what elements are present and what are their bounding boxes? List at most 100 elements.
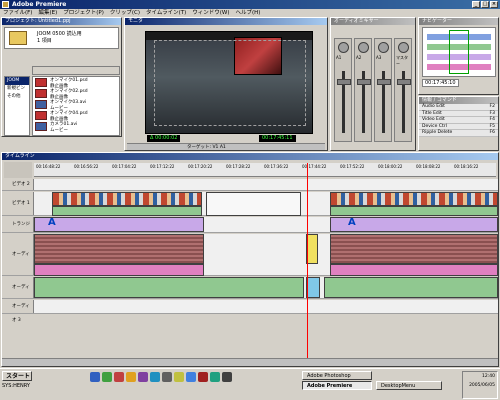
program-monitor-screen[interactable] [145,31,313,134]
pan-knob[interactable] [338,42,349,53]
track-audio-1: オーディオ 1 [2,234,498,299]
time-ruler[interactable]: 00:16:48:22 00:16:56:22 00:17:04:22 00:1… [34,163,496,177]
navigator-timecode[interactable]: 00:17:45:10 [422,79,459,87]
menu-project[interactable]: プロジェクト(P) [63,9,104,17]
video-clip[interactable] [52,192,202,206]
clip-item[interactable]: オンマイク04.psd 静止画像 [33,110,119,122]
bin-item[interactable]: その他 [5,93,29,101]
timeline-toolbox[interactable] [4,162,32,178]
quicklaunch-icon[interactable] [186,372,196,382]
clip-item[interactable]: オンマイク02.psd 静止画像 [33,88,119,100]
volume-fader[interactable] [337,79,351,85]
task-photoshop[interactable]: Adobe Photoshop [302,371,372,380]
channel-label: A3 [376,55,382,60]
menu-help[interactable]: ヘルプ(H) [236,9,261,17]
bin-item[interactable]: 新規ビン [5,85,29,93]
menu-clip[interactable]: クリップ(C) [110,9,140,17]
video-clip[interactable] [330,192,498,206]
bin-list: JOOM 0500 新規ビン その他 [4,76,30,136]
navigator-title[interactable]: ナビゲーター [419,18,498,25]
track-header[interactable]: トランジション [2,217,34,243]
track-header[interactable]: ビデオ 2 [2,179,34,190]
volume-fader[interactable] [377,79,391,85]
volume-fader[interactable] [397,79,411,85]
track-body[interactable] [34,234,498,276]
track-body[interactable] [34,277,498,298]
audio-clip[interactable] [324,277,498,298]
timeline-scrollbar[interactable] [2,358,498,366]
audio-clip[interactable] [306,277,320,298]
quicklaunch-icon[interactable] [210,372,220,382]
quicklaunch-icon[interactable] [198,372,208,382]
commands-title[interactable]: 情報 / コマンド [419,97,498,104]
audio-clip-lower[interactable] [34,264,204,276]
task-premiere[interactable]: Adobe Premiere [302,381,372,390]
track-body[interactable] [34,300,498,313]
quicklaunch-icon[interactable] [138,372,148,382]
audio-clip[interactable] [34,277,304,298]
audio-clip[interactable] [330,234,498,264]
navigator-panel: ナビゲーター 00:17:45:10 [418,17,499,95]
video-clip[interactable] [206,192,301,216]
clip-item[interactable]: オンマイク01.psd 静止画像 [33,77,119,89]
track-body[interactable] [34,192,498,216]
track-video-1: ビデオ 1 [2,192,498,216]
user-label: SYS:HENRY [2,383,30,389]
clip-item[interactable]: カメラ01.avi ムービー [33,121,119,133]
minimize-button[interactable]: _ [472,1,480,8]
track-body[interactable] [34,179,498,190]
quicklaunch-icon[interactable] [114,372,124,382]
playhead[interactable] [307,163,308,363]
ruler-tick: 00:17:36:22 [264,164,289,169]
menu-window[interactable]: ウィンドウ(W) [192,9,229,17]
quicklaunch-icon[interactable] [174,372,184,382]
ruler-tick: 00:17:44:22 [302,164,327,169]
quicklaunch-icon[interactable] [90,372,100,382]
start-button[interactable]: スタート [2,371,32,381]
target-label: ターゲット: V1 A1 [187,145,226,150]
close-button[interactable]: × [490,1,498,8]
task-desktopmenu[interactable]: DesktopMenu [376,381,442,390]
audio-mixer-title[interactable]: オーディオミキサー [331,18,415,25]
maximize-button[interactable]: □ [481,1,489,8]
pan-knob[interactable] [378,42,389,53]
ruler-tick: 00:17:28:22 [226,164,251,169]
menu-edit[interactable]: 編集(E) [38,9,57,17]
pan-knob[interactable] [398,42,409,53]
nav-view-box[interactable] [449,30,469,74]
ruler-tick: 00:17:04:22 [112,164,137,169]
clip-item[interactable]: オンマイク03.avi ムービー [33,99,119,111]
quicklaunch-icon[interactable] [150,372,160,382]
menu-file[interactable]: ファイル(F) [3,9,32,17]
volume-fader[interactable] [357,79,371,85]
video-clip-lower[interactable] [52,206,202,216]
monitor-controls[interactable]: ターゲット: V1 A1 [127,143,325,150]
pan-knob[interactable] [358,42,369,53]
track-body[interactable]: A A [34,217,498,232]
clock-time[interactable]: 12:40 [463,372,495,381]
clip-thumbnail [35,111,47,120]
navigator-overview[interactable] [422,27,496,77]
channel-label: マスター [396,55,408,66]
quicklaunch-icon[interactable] [222,372,232,382]
project-panel-title[interactable]: プロジェクト: Untitled1.ppj [2,18,121,25]
quicklaunch-icon[interactable] [126,372,136,382]
menu-timeline[interactable]: タイムライン(T) [146,9,186,17]
audio-mixer-panel: オーディオミキサー A1 A2 A3 マスター [330,17,416,151]
audio-clip-lower[interactable] [330,264,498,276]
track-header[interactable]: オーディオ 1 [2,234,34,299]
quicklaunch-icon[interactable] [102,372,112,382]
clip-thumbnail [35,78,47,87]
track-header[interactable]: オーディオ 3 [2,300,34,323]
system-tray: 12:40 2005/06/05 [462,371,498,399]
bin-item[interactable]: JOOM 0500 [5,77,29,91]
transition-clip[interactable] [34,217,204,232]
quicklaunch-icon[interactable] [162,372,172,382]
timeline-title[interactable]: タイムライン [2,153,498,160]
video-clip-lower[interactable] [330,206,498,216]
track-header[interactable]: ビデオ 1 [2,192,34,215]
monitor-panel-title[interactable]: モニタ [125,18,327,25]
track-header[interactable]: オーディオ 2 [2,277,34,312]
audio-clip[interactable] [34,234,204,264]
command-row[interactable]: Ripple Delete F6 [419,130,498,137]
